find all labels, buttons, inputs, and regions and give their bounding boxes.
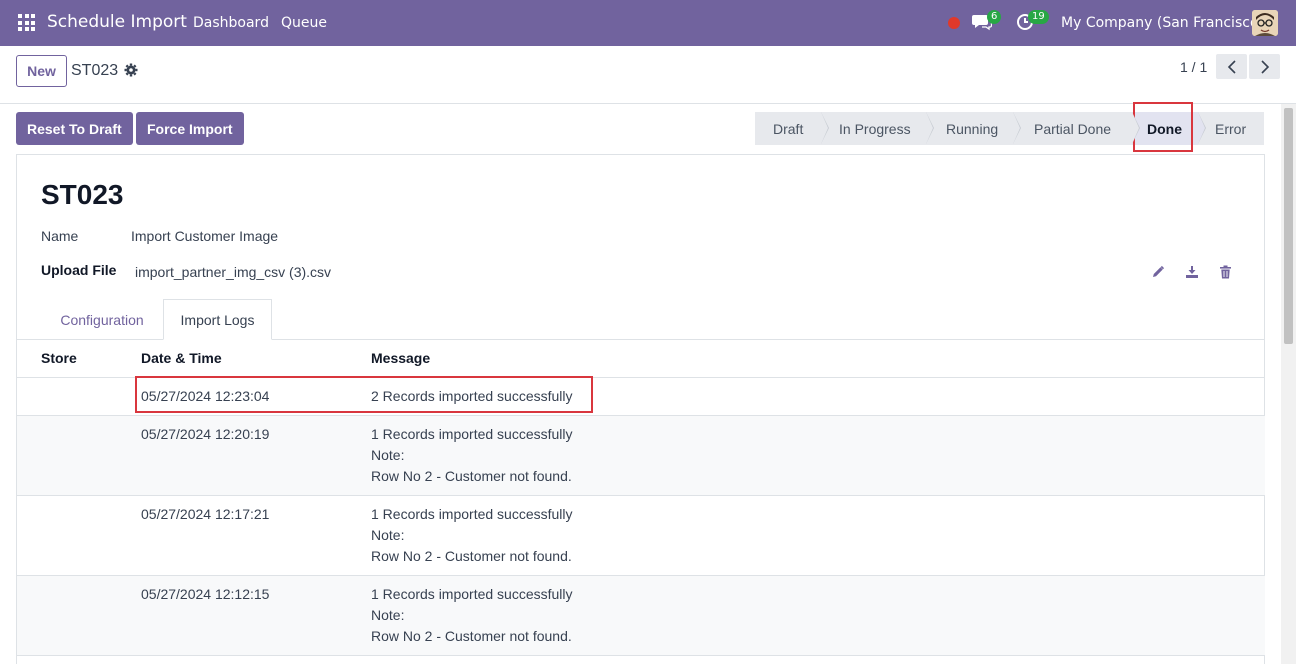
new-button[interactable]: New xyxy=(16,55,67,87)
table-header: Store Date & Time Message xyxy=(17,340,1265,378)
upload-file-name[interactable]: import_partner_img_csv (3).csv xyxy=(135,264,331,280)
datetime-cell: 05/27/2024 12:12:15 xyxy=(141,586,270,602)
stage-label: Draft xyxy=(773,120,804,137)
notebook-tabs: Configuration Import Logs xyxy=(17,299,1265,340)
message-cell: 1 Records imported successfully Note: Ro… xyxy=(371,504,573,567)
stage-in-progress[interactable]: In Progress xyxy=(821,112,934,145)
control-panel: New ST023 1 / 1 xyxy=(0,46,1296,104)
pencil-icon[interactable] xyxy=(1151,265,1165,283)
name-field[interactable]: Import Customer Image xyxy=(131,228,278,244)
menu-dashboard[interactable]: Dashboard xyxy=(193,15,269,31)
stage-label: Running xyxy=(946,120,999,137)
chevron-right-icon xyxy=(1260,59,1269,74)
pager-previous-button[interactable] xyxy=(1216,54,1247,79)
chevron-left-icon xyxy=(1227,59,1236,74)
reset-to-draft-button[interactable]: Reset To Draft xyxy=(16,112,133,145)
statusbar: Reset To Draft Force Import Draft In Pro… xyxy=(0,104,1296,154)
column-header-datetime[interactable]: Date & Time xyxy=(141,350,222,366)
message-line: Row No 2 - Customer not found. xyxy=(371,468,572,484)
datetime-cell: 05/27/2024 12:17:21 xyxy=(141,506,270,522)
table-row[interactable]: 05/27/2024 12:17:21 1 Records imported s… xyxy=(17,496,1265,576)
message-line: Note: xyxy=(371,527,405,543)
column-header-store[interactable]: Store xyxy=(41,350,77,366)
message-cell: 1 Records imported successfully Note: Ro… xyxy=(371,584,573,647)
recording-indicator-icon[interactable] xyxy=(948,17,960,29)
message-line: Note: xyxy=(371,607,405,623)
top-navbar: Schedule Import Dashboard Queue 6 19 My … xyxy=(0,0,1296,46)
upload-file-label: Upload File xyxy=(41,262,117,278)
table-row[interactable]: 05/27/2024 12:20:19 1 Records imported s… xyxy=(17,416,1265,496)
message-line: 1 Records imported successfully xyxy=(371,506,573,522)
stage-label: Error xyxy=(1215,120,1247,137)
user-avatar[interactable] xyxy=(1252,10,1278,36)
tab-configuration[interactable]: Configuration xyxy=(43,299,161,340)
table-row[interactable]: 05/27/2024 12:23:04 2 Records imported s… xyxy=(17,378,1265,416)
datetime-cell: 05/27/2024 12:20:19 xyxy=(141,426,270,442)
message-cell: 1 Records imported successfully Note: Ro… xyxy=(371,424,573,487)
datetime-cell: 05/27/2024 12:23:04 xyxy=(141,388,270,404)
stage-draft[interactable]: Draft xyxy=(755,112,829,145)
name-label: Name xyxy=(41,228,79,244)
app-grid-icon[interactable] xyxy=(18,14,35,31)
message-line: 1 Records imported successfully xyxy=(371,426,573,442)
trash-icon[interactable] xyxy=(1219,265,1232,283)
message-line: Row No 2 - Customer not found. xyxy=(371,548,572,564)
form-sheet: ST023 Name Import Customer Image Upload … xyxy=(16,154,1265,664)
message-cell: 2 Records imported successfully xyxy=(371,388,573,404)
message-line: Row No 2 - Customer not found. xyxy=(371,628,572,644)
download-icon[interactable] xyxy=(1185,265,1199,283)
pager-next-button[interactable] xyxy=(1249,54,1280,79)
stage-done[interactable]: Done xyxy=(1132,112,1206,145)
company-switcher[interactable]: My Company (San Francisco) xyxy=(1061,15,1264,31)
message-line: 1 Records imported successfully xyxy=(371,586,573,602)
stage-label: Partial Done xyxy=(1034,120,1112,137)
stage-label: Done xyxy=(1147,120,1182,137)
page-scrollbar[interactable] xyxy=(1281,104,1296,664)
pager-value[interactable]: 1 / 1 xyxy=(1180,59,1207,75)
record-title: ST023 xyxy=(41,179,124,210)
tab-import-logs[interactable]: Import Logs xyxy=(163,299,272,340)
stage-label: In Progress xyxy=(839,120,911,137)
chat-count-badge: 6 xyxy=(987,10,1002,24)
column-header-message[interactable]: Message xyxy=(371,350,430,366)
breadcrumb: ST023 xyxy=(71,62,119,79)
app-title[interactable]: Schedule Import xyxy=(47,12,187,32)
gear-icon[interactable] xyxy=(124,63,138,81)
scrollbar-thumb[interactable] xyxy=(1284,108,1293,344)
message-line: Note: xyxy=(371,447,405,463)
activity-count-badge: 19 xyxy=(1028,10,1049,24)
stage-running[interactable]: Running xyxy=(926,112,1021,145)
stage-error[interactable]: Error xyxy=(1198,112,1264,145)
force-import-button[interactable]: Force Import xyxy=(136,112,244,145)
stage-pipeline: Draft In Progress Running Partial Done D… xyxy=(755,112,1264,145)
stage-partial-done[interactable]: Partial Done xyxy=(1013,112,1140,145)
menu-queue[interactable]: Queue xyxy=(281,15,327,31)
table-row[interactable]: 05/27/2024 12:12:15 1 Records imported s… xyxy=(17,576,1265,656)
